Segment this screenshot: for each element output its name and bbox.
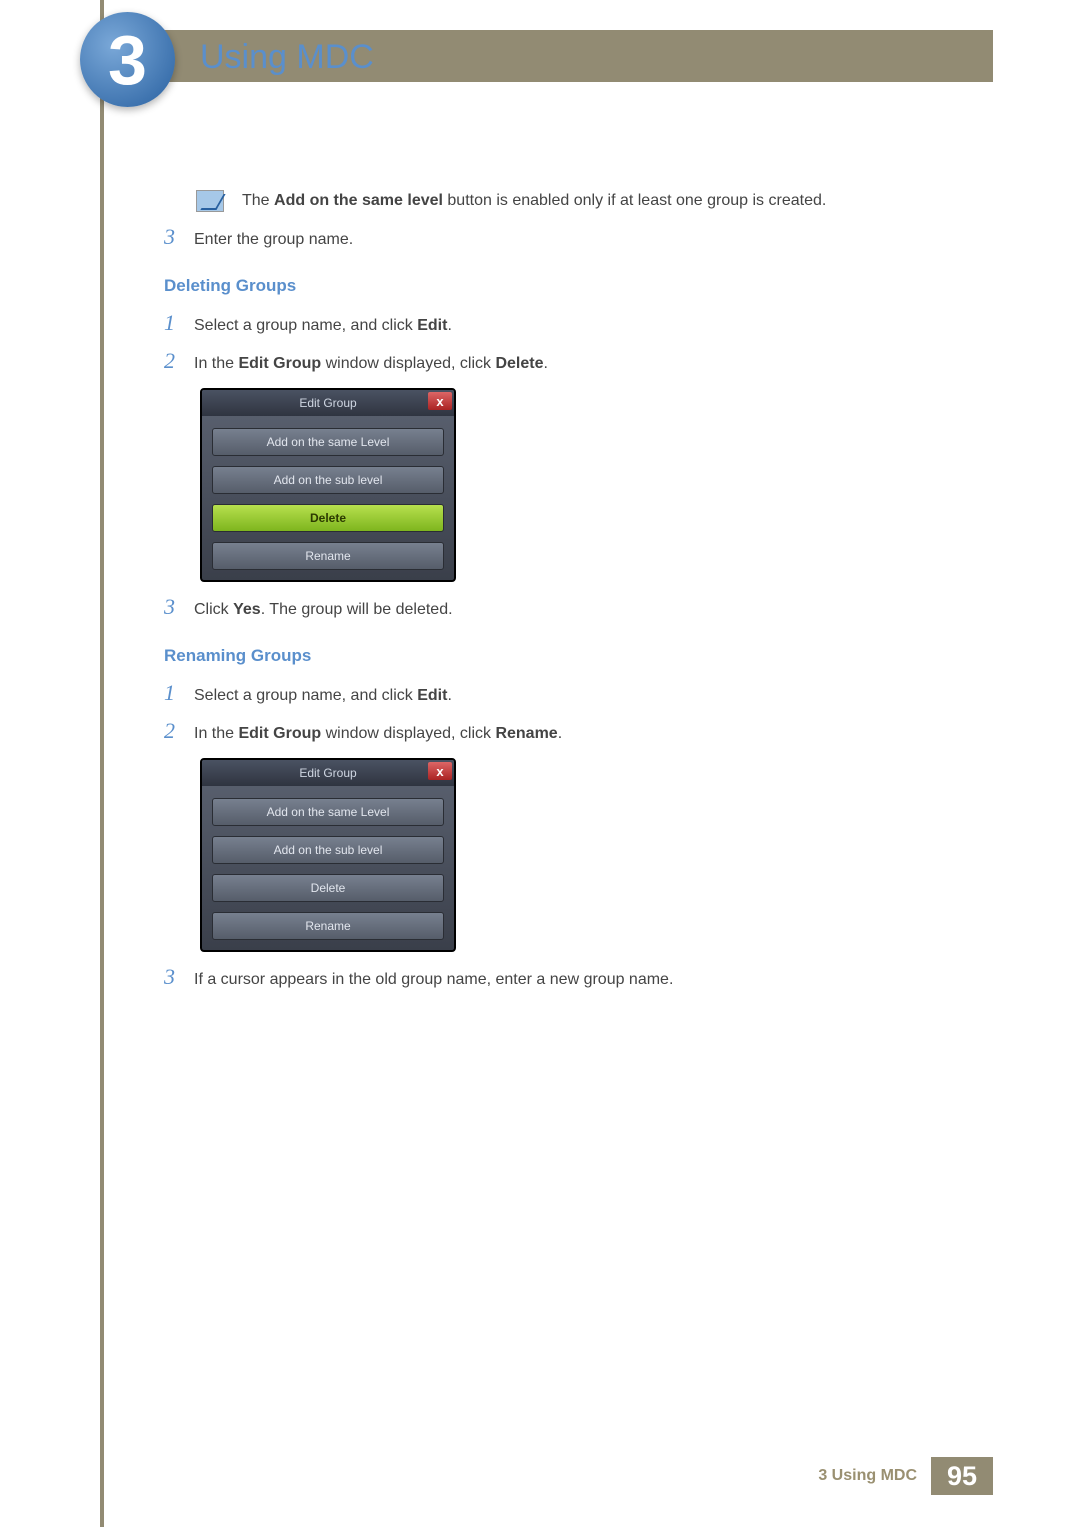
- edit-group-dialog-delete: Edit Group x Add on the same Level Add o…: [200, 388, 456, 582]
- step-row: 1 Select a group name, and click Edit.: [164, 312, 985, 338]
- chapter-number-badge: 3: [80, 12, 175, 107]
- left-margin-rule: [100, 0, 104, 1527]
- close-icon[interactable]: x: [428, 392, 452, 410]
- add-sub-level-button[interactable]: Add on the sub level: [212, 466, 444, 494]
- page-content: The Add on the same level button is enab…: [164, 190, 985, 1004]
- step-number: 3: [164, 596, 194, 622]
- section-heading-renaming: Renaming Groups: [164, 646, 985, 666]
- step-row: 3 If a cursor appears in the old group n…: [164, 966, 985, 992]
- footer-page-number: 95: [931, 1457, 993, 1495]
- add-same-level-button[interactable]: Add on the same Level: [212, 798, 444, 826]
- chapter-number: 3: [108, 20, 147, 100]
- rename-button[interactable]: Rename: [212, 542, 444, 570]
- page-footer: 3 Using MDC 95: [104, 1457, 993, 1495]
- step-row: 1 Select a group name, and click Edit.: [164, 682, 985, 708]
- note-row: The Add on the same level button is enab…: [164, 190, 985, 212]
- delete-button[interactable]: Delete: [212, 874, 444, 902]
- step-number: 1: [164, 312, 194, 338]
- rename-button[interactable]: Rename: [212, 912, 444, 940]
- add-same-level-button[interactable]: Add on the same Level: [212, 428, 444, 456]
- step-text: Enter the group name.: [194, 226, 353, 252]
- step-row: 2 In the Edit Group window displayed, cl…: [164, 350, 985, 376]
- step-text: Select a group name, and click Edit.: [194, 682, 452, 708]
- step-text: Select a group name, and click Edit.: [194, 312, 452, 338]
- step-number: 3: [164, 226, 194, 252]
- note-icon: [196, 190, 224, 212]
- dialog-body: Add on the same Level Add on the sub lev…: [202, 416, 454, 580]
- dialog-title: Edit Group: [299, 766, 356, 780]
- step-row: 3 Click Yes. The group will be deleted.: [164, 596, 985, 622]
- footer-chapter-label: 3 Using MDC: [818, 1457, 931, 1495]
- step-text: In the Edit Group window displayed, clic…: [194, 720, 562, 746]
- delete-button[interactable]: Delete: [212, 504, 444, 532]
- step-number: 2: [164, 350, 194, 376]
- step-number: 2: [164, 720, 194, 746]
- dialog-title: Edit Group: [299, 396, 356, 410]
- edit-group-dialog-rename: Edit Group x Add on the same Level Add o…: [200, 758, 456, 952]
- step-text: In the Edit Group window displayed, clic…: [194, 350, 548, 376]
- step-number: 3: [164, 966, 194, 992]
- close-icon[interactable]: x: [428, 762, 452, 780]
- dialog-titlebar: Edit Group x: [202, 760, 454, 786]
- dialog-titlebar: Edit Group x: [202, 390, 454, 416]
- step-text: Click Yes. The group will be deleted.: [194, 596, 453, 622]
- section-heading-deleting: Deleting Groups: [164, 276, 985, 296]
- add-sub-level-button[interactable]: Add on the sub level: [212, 836, 444, 864]
- step-row: 3 Enter the group name.: [164, 226, 985, 252]
- step-row: 2 In the Edit Group window displayed, cl…: [164, 720, 985, 746]
- step-number: 1: [164, 682, 194, 708]
- step-text: If a cursor appears in the old group nam…: [194, 966, 673, 992]
- chapter-title: Using MDC: [200, 38, 374, 77]
- note-text: The Add on the same level button is enab…: [242, 190, 826, 212]
- dialog-body: Add on the same Level Add on the sub lev…: [202, 786, 454, 950]
